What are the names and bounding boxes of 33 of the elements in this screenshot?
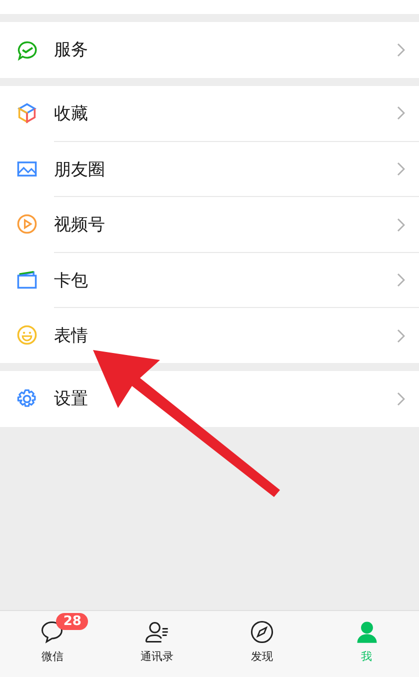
cube-icon [16, 102, 38, 124]
menu-item[interactable]: 卡包 [0, 252, 419, 308]
menu-item[interactable]: 视频号 [0, 196, 419, 252]
menu-item[interactable]: 服务 [0, 22, 419, 78]
chevron-icon [397, 392, 405, 406]
play-icon [16, 213, 38, 236]
chevron-icon [397, 162, 405, 176]
chevron-icon [397, 218, 405, 232]
menu-label: 表情 [54, 325, 89, 348]
menu-item[interactable]: 设置 [0, 371, 419, 426]
chevron-icon [397, 273, 405, 288]
compass-icon [248, 619, 275, 645]
smiley-icon [16, 324, 38, 346]
chevron-icon [397, 42, 405, 57]
settings-icon [16, 388, 38, 410]
menu-item[interactable]: 朋友圈 [0, 141, 419, 196]
menu-label: 服务 [54, 39, 89, 62]
menu-label: 视频号 [54, 214, 106, 236]
menu-label: 设置 [54, 388, 89, 410]
chevron-icon [397, 106, 405, 120]
contacts-icon [144, 619, 170, 645]
chat-check-icon [16, 38, 38, 61]
menu-item[interactable]: 收藏 [0, 86, 419, 141]
unread-badge: 28 [56, 613, 88, 630]
menu-label: 朋友圈 [54, 158, 106, 181]
menu-label: 卡包 [54, 270, 89, 292]
menu-label: 收藏 [54, 102, 89, 125]
chevron-icon [397, 328, 405, 343]
card-icon [16, 268, 38, 291]
tab[interactable]: 微信 28 [0, 611, 105, 677]
tab[interactable]: 通讯录 [104, 611, 210, 677]
tab[interactable]: 发现 [210, 611, 314, 677]
chat-bubble-icon [39, 619, 66, 645]
